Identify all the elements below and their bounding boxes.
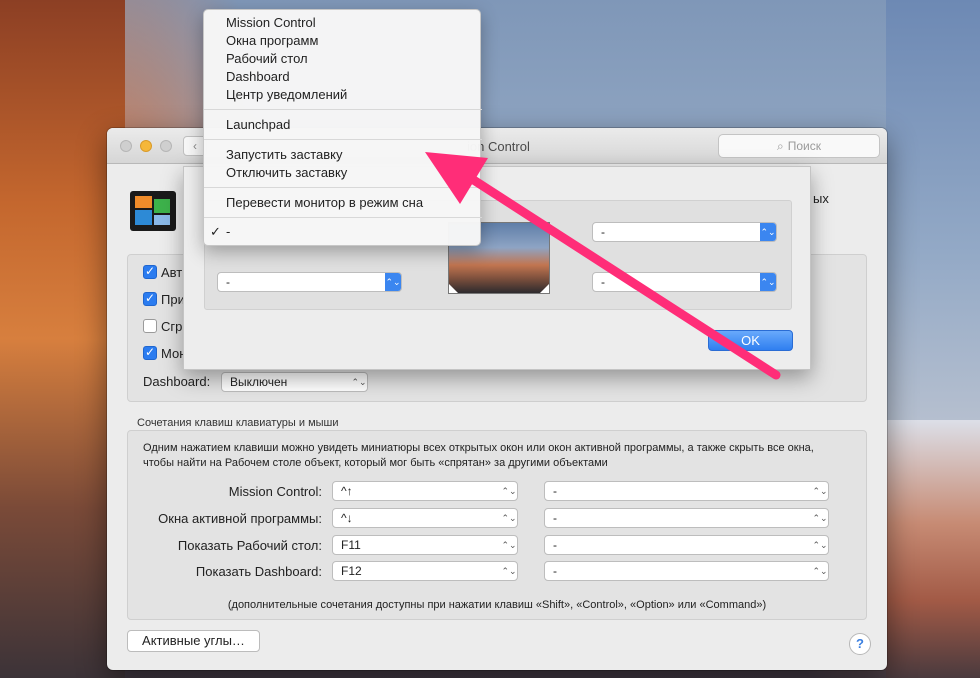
annotation-arrow (425, 152, 781, 380)
arrow-shaft (450, 163, 781, 380)
